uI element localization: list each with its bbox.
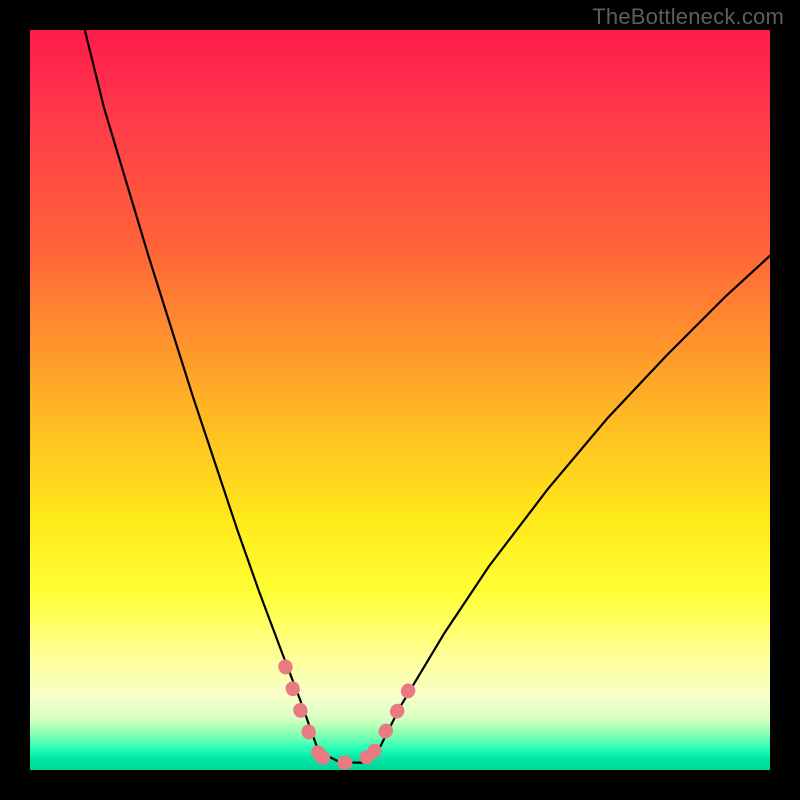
bottleneck-curve bbox=[85, 30, 770, 763]
plot-area bbox=[30, 30, 770, 770]
watermark-text: TheBottleneck.com bbox=[592, 4, 784, 30]
chart-container: TheBottleneck.com bbox=[0, 0, 800, 800]
highlight-right bbox=[374, 678, 415, 752]
curve-layer bbox=[30, 30, 770, 770]
